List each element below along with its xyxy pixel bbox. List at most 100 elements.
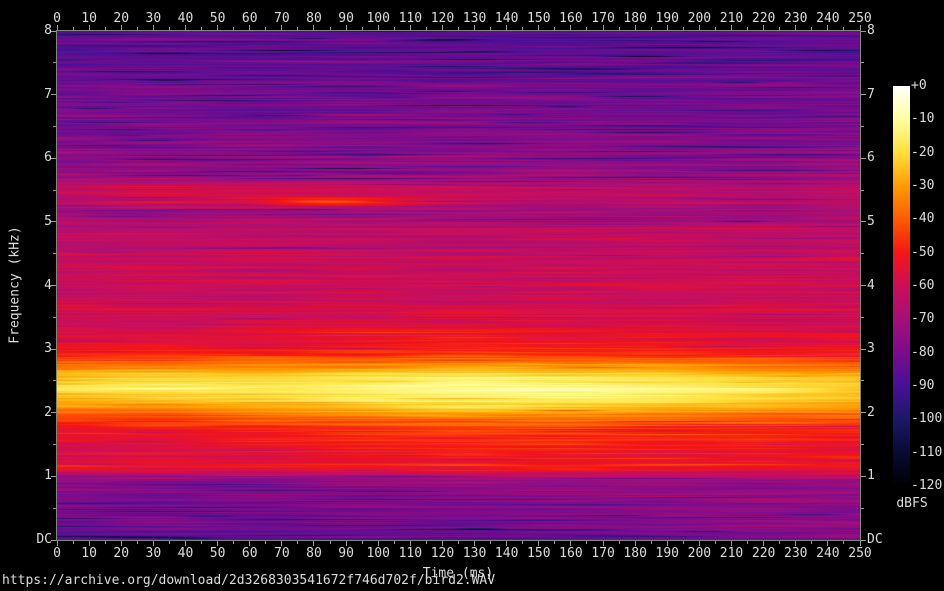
y-tick-label-left: 8 [0,24,52,38]
x-tick-label-top: 180 [623,12,646,26]
colorbar-tick-label: -110 [911,446,942,460]
colorbar-tick-label: -50 [911,246,934,260]
colorbar-tick-label: -90 [911,379,934,393]
x-tick-label-top: 200 [688,12,711,26]
x-major-tick-bottom [860,541,861,546]
x-minor-tick-bottom [105,541,106,544]
x-tick-label-top: 160 [559,12,582,26]
x-minor-tick-bottom [843,541,844,544]
x-minor-tick-bottom [490,541,491,544]
colorbar-unit-label: dBFS [889,496,935,511]
y-minor-tick-right [861,190,864,191]
x-minor-tick-bottom [201,541,202,544]
x-minor-tick-bottom [554,541,555,544]
y-tick-label-right: 2 [867,406,875,420]
colorbar-tick-label: -70 [911,312,934,326]
x-tick-label-bottom: 150 [527,547,550,561]
x-tick-label-top: 80 [306,12,322,26]
x-tick-label-top: 150 [527,12,550,26]
y-tick-label-right: 4 [867,279,875,293]
colorbar-tick-label: -80 [911,346,934,360]
x-tick-label-bottom: 240 [816,547,839,561]
colorbar-tick-label: -100 [911,412,942,426]
x-major-tick-bottom [185,541,186,546]
y-tick-label-right: 1 [867,469,875,483]
y-major-tick-right [861,94,866,95]
x-minor-tick-bottom [137,541,138,544]
x-tick-label-top: 170 [591,12,614,26]
x-tick-label-bottom: 210 [720,547,743,561]
x-minor-tick-bottom [619,541,620,544]
x-major-tick-bottom [57,541,58,546]
x-tick-label-top: 250 [848,12,871,26]
x-tick-label-bottom: 90 [338,547,354,561]
x-tick-label-bottom: 120 [431,547,454,561]
y-minor-tick-right [861,62,864,63]
y-tick-label-left: 1 [0,469,52,483]
y-minor-tick-right [861,508,864,509]
x-major-tick-bottom [89,541,90,546]
x-tick-label-top: 20 [113,12,129,26]
x-tick-label-top: 120 [431,12,454,26]
x-tick-label-top: 0 [53,12,61,26]
x-tick-label-bottom: 30 [146,547,162,561]
y-major-tick-right [861,412,866,413]
colorbar-tick-label: -60 [911,279,934,293]
x-tick-label-bottom: 130 [463,547,486,561]
x-minor-tick-bottom [297,541,298,544]
x-tick-label-top: 240 [816,12,839,26]
x-tick-label-top: 230 [784,12,807,26]
x-major-tick-bottom [281,541,282,546]
y-minor-tick-right [861,253,864,254]
x-tick-label-bottom: 180 [623,547,646,561]
y-tick-label-right: 7 [867,88,875,102]
x-major-tick-bottom [570,541,571,546]
x-tick-label-bottom: 160 [559,547,582,561]
x-tick-label-bottom: 10 [81,547,97,561]
x-minor-tick-bottom [73,541,74,544]
colorbar-tick-label: +0 [911,79,927,93]
y-major-tick-right [861,540,866,541]
x-major-tick-bottom [827,541,828,546]
x-major-tick-bottom [153,541,154,546]
y-major-tick-right [861,285,866,286]
y-tick-label-left: 2 [0,406,52,420]
y-tick-label-left: 6 [0,151,52,165]
x-major-tick-bottom [795,541,796,546]
x-minor-tick-bottom [426,541,427,544]
x-tick-label-bottom: 60 [242,547,258,561]
x-major-tick-bottom [442,541,443,546]
x-tick-label-bottom: 80 [306,547,322,561]
x-tick-label-bottom: 40 [178,547,194,561]
x-tick-label-top: 110 [399,12,422,26]
x-minor-tick-bottom [811,541,812,544]
x-minor-tick-bottom [458,541,459,544]
source-url-text: https://archive.org/download/2d326830354… [2,573,495,588]
plot-area [56,30,861,541]
x-tick-label-top: 190 [656,12,679,26]
x-major-tick-bottom [506,541,507,546]
x-major-tick-bottom [635,541,636,546]
colorbar-tick-label: -30 [911,179,934,193]
x-major-tick-bottom [538,541,539,546]
y-major-tick-right [861,158,866,159]
y-tick-label-right: 8 [867,24,875,38]
x-tick-label-bottom: 110 [399,547,422,561]
y-tick-label-left: 3 [0,342,52,356]
x-tick-label-bottom: 190 [656,547,679,561]
y-major-tick-right [861,221,866,222]
x-tick-label-top: 210 [720,12,743,26]
x-tick-label-top: 140 [495,12,518,26]
colorbar-tick-label: -120 [911,479,942,493]
x-minor-tick-bottom [265,541,266,544]
x-major-tick-bottom [346,541,347,546]
x-major-tick-bottom [217,541,218,546]
x-minor-tick-bottom [233,541,234,544]
x-tick-label-bottom: 250 [848,547,871,561]
x-minor-tick-bottom [169,541,170,544]
x-tick-label-top: 50 [210,12,226,26]
y-tick-label-right: 5 [867,215,875,229]
colorbar-tick-label: -40 [911,212,934,226]
colorbar-tick-label: -20 [911,146,934,160]
x-tick-label-bottom: 140 [495,547,518,561]
